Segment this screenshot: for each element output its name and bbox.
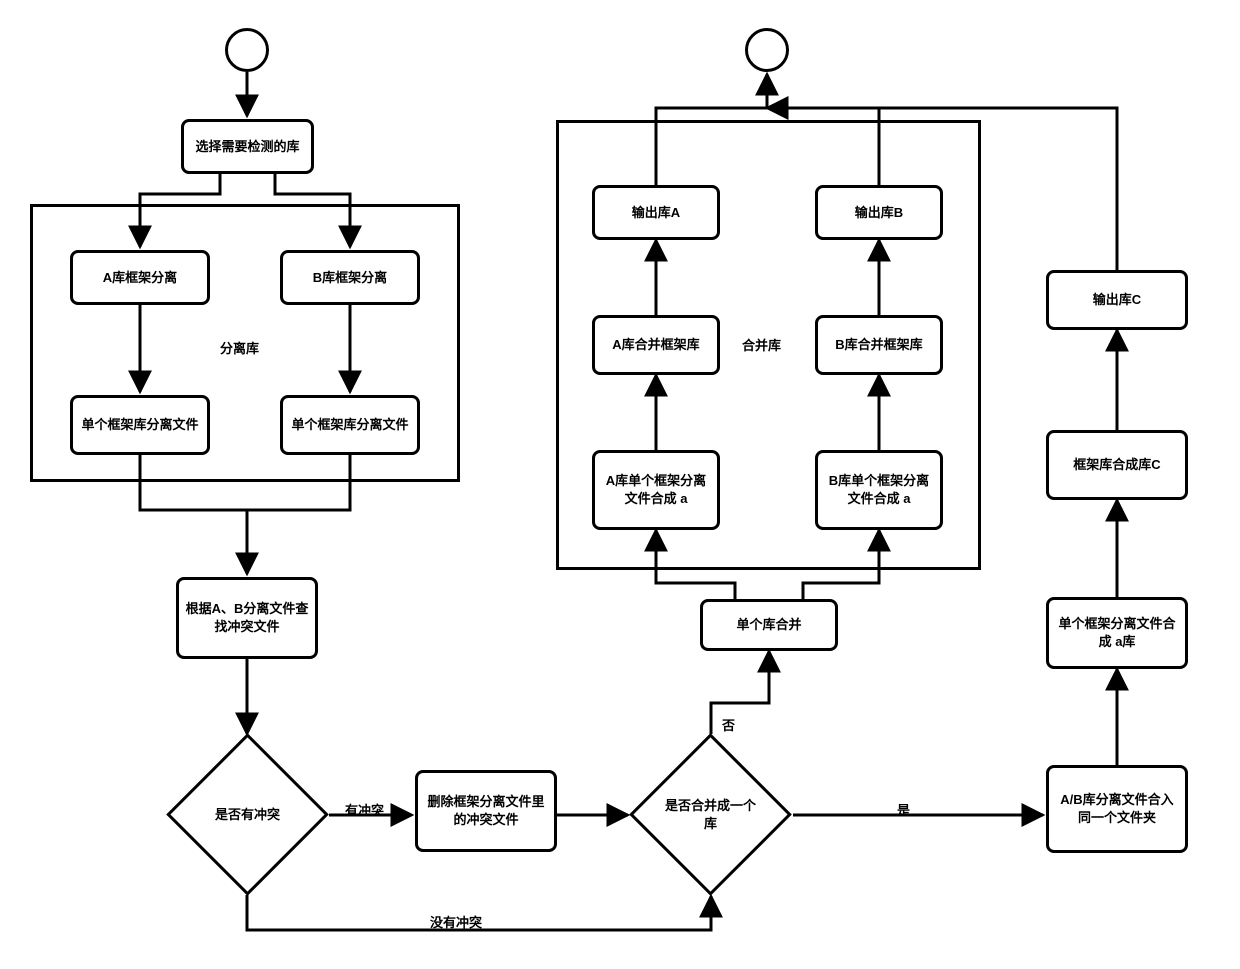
- box-a-framework-split: A库框架分离: [70, 250, 210, 305]
- start-node: [225, 28, 269, 72]
- box-a-single-file: 单个框架库分离文件: [70, 395, 210, 455]
- box-ab-folder: A/B库分离文件合入同一个文件夹: [1046, 765, 1188, 853]
- box-single-a-comp: 单个框架分离文件合成 a库: [1046, 597, 1188, 669]
- container-merge-label: 合并库: [742, 335, 781, 354]
- end-node: [745, 28, 789, 72]
- box-output-c: 输出库C: [1046, 270, 1188, 330]
- diamond-has-conflict: 是否有冲突: [190, 757, 305, 872]
- box-delete-conflicts: 删除框架分离文件里的冲突文件: [415, 770, 557, 852]
- diamond-merge-one: 是否合并成一个库: [653, 757, 768, 872]
- box-b-single-file: 单个框架库分离文件: [280, 395, 420, 455]
- label-yes: 是: [895, 800, 912, 819]
- label-has-conflict: 有冲突: [343, 800, 386, 819]
- flowchart: 选择需要检测的库 分离库 A库框架分离 B库框架分离 单个框架库分离文件 单个框…: [0, 0, 1240, 969]
- box-output-b: 输出库B: [815, 185, 943, 240]
- box-fw-c: 框架库合成库C: [1046, 430, 1188, 500]
- box-b-framework-split: B库框架分离: [280, 250, 420, 305]
- box-a-merge-fw: A库合并框架库: [592, 315, 720, 375]
- box-find-conflict: 根据A、B分离文件查找冲突文件: [176, 577, 318, 659]
- container-split-label: 分离库: [220, 338, 259, 357]
- box-select-lib: 选择需要检测的库: [181, 119, 314, 174]
- box-output-a: 输出库A: [592, 185, 720, 240]
- label-no-conflict: 没有冲突: [428, 912, 484, 931]
- box-a-comp: A库单个框架分离文件合成 a: [592, 450, 720, 530]
- box-b-comp: B库单个框架分离文件合成 a: [815, 450, 943, 530]
- box-b-merge-fw: B库合并框架库: [815, 315, 943, 375]
- box-single-merge: 单个库合并: [700, 599, 838, 651]
- label-no: 否: [720, 715, 737, 734]
